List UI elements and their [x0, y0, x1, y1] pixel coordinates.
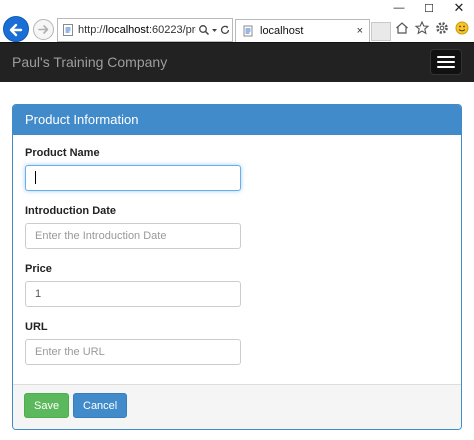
- introduction-date-input[interactable]: [25, 223, 241, 249]
- address-url[interactable]: http://localhost:60223/produ: [78, 24, 196, 36]
- browser-tab[interactable]: localhost ×: [235, 19, 370, 42]
- panel-heading: Product Information: [13, 105, 461, 135]
- url-scheme: http://: [78, 24, 106, 36]
- dropdown-arrow-icon[interactable]: [210, 24, 219, 36]
- introduction-date-group: Introduction Date: [25, 205, 449, 249]
- window-controls: — ☐ ✕: [384, 0, 474, 16]
- settings-gear-icon[interactable]: [434, 20, 450, 36]
- price-group: Price: [25, 263, 449, 307]
- price-input[interactable]: [25, 281, 241, 307]
- forward-button[interactable]: [33, 19, 54, 40]
- new-tab-button[interactable]: [371, 22, 391, 41]
- close-window-button[interactable]: ✕: [444, 0, 474, 16]
- url-host: localhost: [105, 24, 149, 36]
- app-navbar: Paul's Training Company: [0, 42, 474, 82]
- price-label: Price: [25, 263, 52, 275]
- tab-title: localhost: [260, 25, 304, 37]
- url-label: URL: [25, 321, 48, 333]
- text-cursor: [35, 171, 36, 184]
- url-input[interactable]: [25, 339, 241, 365]
- product-name-group: Product Name: [25, 147, 449, 191]
- maximize-button[interactable]: ☐: [414, 0, 444, 16]
- search-icon[interactable]: [198, 24, 210, 36]
- product-name-label: Product Name: [25, 147, 100, 159]
- save-button[interactable]: Save: [24, 393, 69, 418]
- refresh-icon[interactable]: [219, 24, 231, 36]
- url-path: :60223/produ: [148, 24, 196, 36]
- tab-close-icon[interactable]: ×: [357, 25, 363, 37]
- url-group: URL: [25, 321, 449, 365]
- address-bar[interactable]: http://localhost:60223/produ: [57, 18, 233, 42]
- back-arrow-icon: [9, 23, 23, 37]
- hamburger-icon: [437, 56, 455, 58]
- cancel-button[interactable]: Cancel: [73, 393, 127, 418]
- product-information-panel: Product Information Product Name Introdu…: [12, 104, 462, 430]
- introduction-date-label: Introduction Date: [25, 205, 117, 217]
- browser-toolbar: [394, 20, 470, 36]
- minimize-button[interactable]: —: [384, 0, 414, 16]
- home-icon[interactable]: [394, 20, 410, 36]
- back-button[interactable]: [3, 16, 29, 42]
- feedback-smiley-icon[interactable]: [454, 20, 470, 36]
- forward-arrow-icon: [38, 25, 49, 34]
- panel-body: Product Name Introduction Date Price URL: [13, 135, 461, 385]
- navbar-menu-toggle[interactable]: [430, 49, 462, 75]
- favorites-star-icon[interactable]: [414, 20, 430, 36]
- panel-footer: Save Cancel: [13, 384, 461, 429]
- page-icon: [63, 24, 73, 36]
- brand-link[interactable]: Paul's Training Company: [12, 54, 167, 70]
- product-name-input[interactable]: [25, 165, 241, 191]
- page-icon: [243, 25, 253, 37]
